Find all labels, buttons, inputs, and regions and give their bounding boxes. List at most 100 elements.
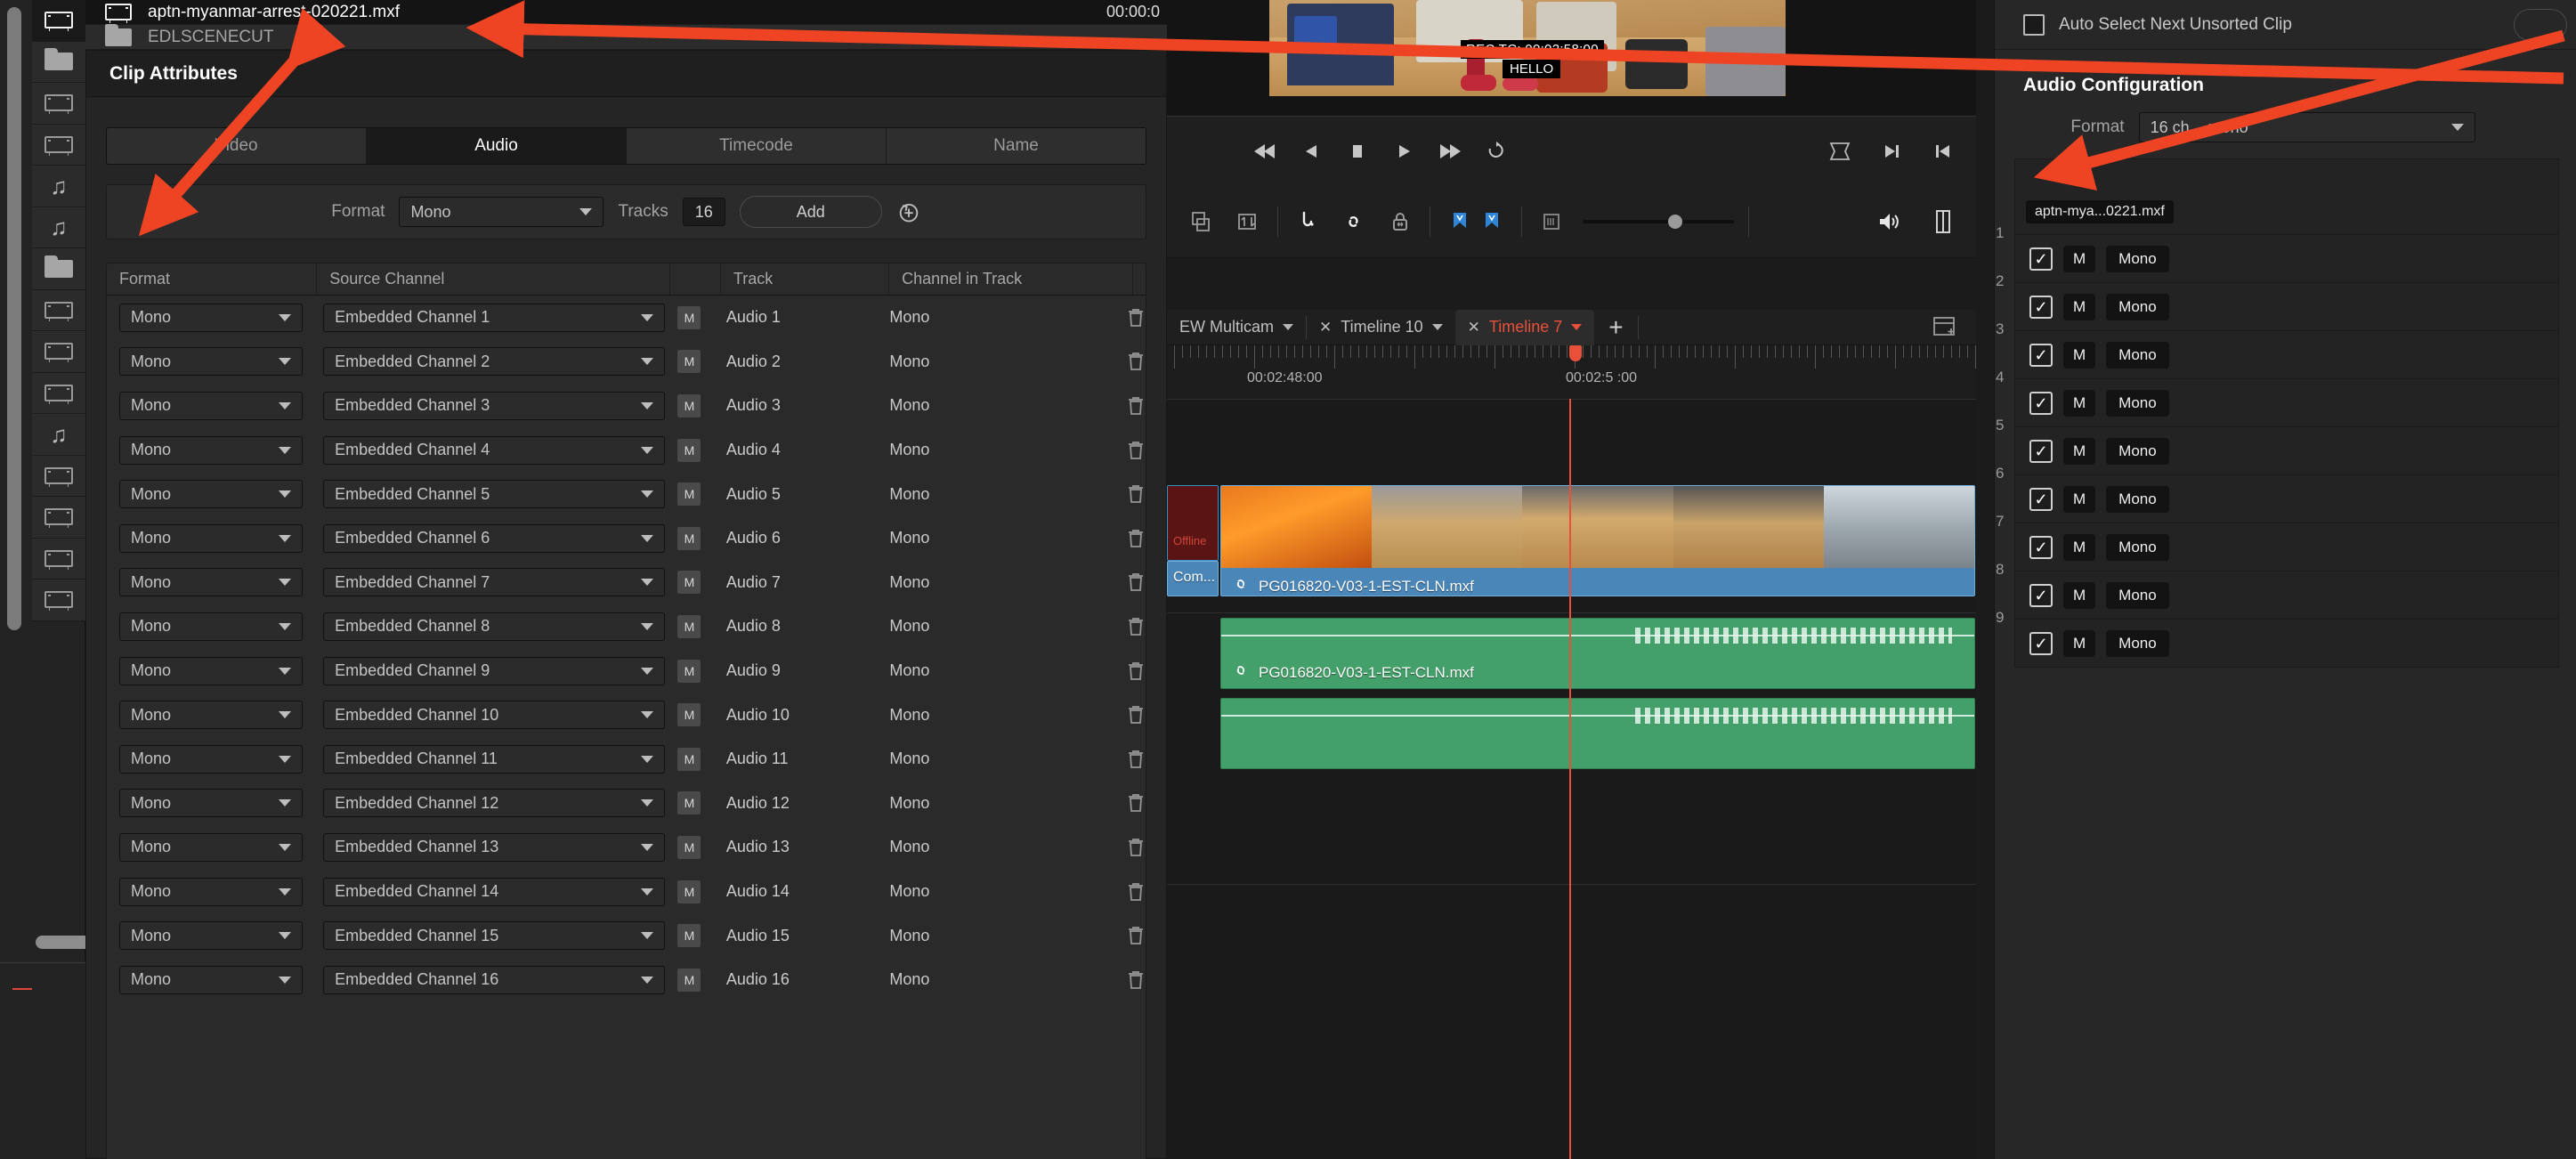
mute-badge[interactable]: M (677, 526, 701, 550)
row-format-select[interactable]: Mono (119, 789, 303, 818)
delete-icon[interactable] (1126, 749, 1146, 770)
timeline-clip-offline-label-bar[interactable]: Com... (1167, 561, 1219, 596)
row-format-select[interactable]: Mono (119, 480, 303, 509)
mute-badge[interactable]: M (677, 968, 701, 992)
row-format-select[interactable]: Mono (119, 965, 303, 994)
panel-toggle-icon[interactable] (1928, 207, 1958, 237)
row-source-select[interactable]: Embedded Channel 13 (323, 832, 666, 862)
playhead[interactable] (1569, 399, 1571, 1159)
zoom-slider[interactable] (1583, 207, 1734, 237)
left-rail-scrollbar[interactable] (7, 7, 21, 630)
table-row[interactable]: Mono Embedded Channel 12 M Audio 12 Mono (107, 782, 1146, 826)
timeline-body[interactable]: Offline Com... PG016820-V03-1-EST-CLN.mx… (1167, 399, 1976, 1159)
rail-item-10[interactable]: ♫ (32, 414, 85, 456)
timeline-tab-10[interactable]: ✕ Timeline 10 (1307, 310, 1455, 345)
lock-track-icon[interactable] (1385, 207, 1415, 237)
bin-row-folder[interactable]: EDLSCENECUT (85, 23, 1167, 50)
reset-icon[interactable] (896, 199, 921, 224)
channel-format-badge[interactable]: Mono (2106, 629, 2169, 657)
rail-item-6[interactable] (32, 248, 85, 290)
table-row[interactable]: Mono Embedded Channel 5 M Audio 5 Mono (107, 472, 1146, 516)
table-row[interactable]: Mono Embedded Channel 15 M Audio 15 Mono (107, 913, 1146, 958)
mute-badge[interactable]: M (677, 791, 701, 815)
mute-badge[interactable]: M (677, 703, 701, 727)
channel-format-badge[interactable]: Mono (2106, 341, 2169, 369)
row-source-select[interactable]: Embedded Channel 5 (323, 480, 666, 509)
channel-row[interactable]: 7 ✓ M Mono (1996, 513, 2558, 571)
delete-icon[interactable] (1126, 571, 1146, 593)
flag-marker-icon[interactable] (1445, 207, 1475, 237)
channel-mute-badge[interactable]: M (2063, 581, 2096, 609)
channel-checkbox[interactable]: ✓ (2029, 247, 2053, 271)
timeline-tab-multicam[interactable]: EW Multicam (1167, 310, 1306, 345)
rail-item-4[interactable]: ♫ (32, 166, 85, 207)
swap-clip-icon[interactable] (1233, 207, 1263, 237)
channel-mute-badge[interactable]: M (2063, 293, 2096, 320)
row-source-select[interactable]: Embedded Channel 10 (323, 701, 666, 730)
delete-icon[interactable] (1126, 440, 1146, 461)
mute-badge[interactable]: M (677, 659, 701, 683)
marker-icon[interactable] (1477, 207, 1507, 237)
tab-name[interactable]: Name (887, 128, 1146, 164)
channel-checkbox[interactable]: ✓ (2029, 583, 2053, 607)
channel-row[interactable]: 4 ✓ M Mono (1996, 369, 2558, 426)
channel-checkbox[interactable]: ✓ (2029, 631, 2053, 655)
channel-format-badge[interactable]: Mono (2106, 389, 2169, 417)
delete-icon[interactable] (1126, 483, 1146, 505)
table-row[interactable]: Mono Embedded Channel 2 M Audio 2 Mono (107, 340, 1146, 385)
delete-icon[interactable] (1126, 351, 1146, 372)
mute-badge[interactable]: M (677, 879, 701, 904)
table-row[interactable]: Mono Embedded Channel 16 M Audio 16 Mono (107, 958, 1146, 1002)
delete-icon[interactable] (1126, 307, 1146, 328)
play-icon[interactable] (1390, 138, 1417, 165)
mute-badge[interactable]: M (677, 393, 701, 417)
rail-item-5[interactable]: ♫ (32, 207, 85, 248)
table-row[interactable]: Mono Embedded Channel 11 M Audio 11 Mono (107, 737, 1146, 782)
rail-item-14[interactable] (32, 580, 85, 621)
row-format-select[interactable]: Mono (119, 656, 303, 685)
row-format-select[interactable]: Mono (119, 744, 303, 774)
tab-video[interactable]: Video (107, 128, 367, 164)
row-source-select[interactable]: Embedded Channel 1 (323, 303, 666, 332)
channel-checkbox[interactable]: ✓ (2029, 487, 2053, 511)
timeline-clip-offline[interactable]: Offline (1167, 485, 1219, 561)
table-row[interactable]: Mono Embedded Channel 13 M Audio 13 Mono (107, 825, 1146, 870)
mute-badge[interactable]: M (677, 614, 701, 638)
jump-to-start-icon[interactable] (1252, 138, 1278, 165)
channel-checkbox[interactable]: ✓ (2029, 439, 2053, 463)
tracks-input[interactable]: 16 (682, 198, 725, 226)
channel-row[interactable]: 8 ✓ M Mono (1996, 561, 2558, 619)
rail-item-3[interactable] (32, 124, 85, 166)
fit-to-window-icon[interactable] (1827, 138, 1853, 165)
row-format-select[interactable]: Mono (119, 391, 303, 420)
row-source-select[interactable]: Embedded Channel 8 (323, 612, 666, 641)
channel-checkbox[interactable]: ✓ (2029, 343, 2053, 367)
delete-icon[interactable] (1126, 704, 1146, 725)
row-format-select[interactable]: Mono (119, 347, 303, 377)
bin-row-selected[interactable]: aptn-myanmar-arrest-020221.mxf 00:00:0 (85, 0, 1167, 25)
row-source-select[interactable]: Embedded Channel 14 (323, 877, 666, 906)
rail-item-2[interactable] (32, 83, 85, 125)
delete-icon[interactable] (1126, 395, 1146, 417)
row-format-select[interactable]: Mono (119, 877, 303, 906)
channel-format-badge[interactable]: Mono (2106, 533, 2169, 561)
row-source-select[interactable]: Embedded Channel 16 (323, 965, 666, 994)
fast-forward-icon[interactable] (1437, 138, 1463, 165)
channel-row[interactable]: 6 ✓ M Mono (1996, 465, 2558, 523)
mute-badge[interactable]: M (677, 571, 701, 595)
timeline-ruler[interactable]: 00:02:48:00 00:02:5 :00 (1167, 345, 1976, 399)
loop-icon[interactable] (1483, 138, 1510, 165)
row-format-select[interactable]: Mono (119, 921, 303, 951)
add-button[interactable]: Add (739, 196, 882, 228)
row-source-select[interactable]: Embedded Channel 11 (323, 744, 666, 774)
linked-selection-icon[interactable] (1339, 207, 1369, 237)
row-source-select[interactable]: Embedded Channel 7 (323, 568, 666, 597)
rail-item-12[interactable] (32, 497, 85, 539)
delete-icon[interactable] (1126, 528, 1146, 549)
rail-item-9[interactable] (32, 372, 85, 414)
format-select[interactable]: Mono (399, 197, 604, 227)
source-viewer[interactable]: REC TC: 00:02:58:00 HELLO (1167, 0, 1976, 116)
rail-item-0[interactable] (32, 0, 85, 42)
rail-item-7[interactable] (32, 289, 85, 331)
channel-format-badge[interactable]: Mono (2106, 485, 2169, 513)
